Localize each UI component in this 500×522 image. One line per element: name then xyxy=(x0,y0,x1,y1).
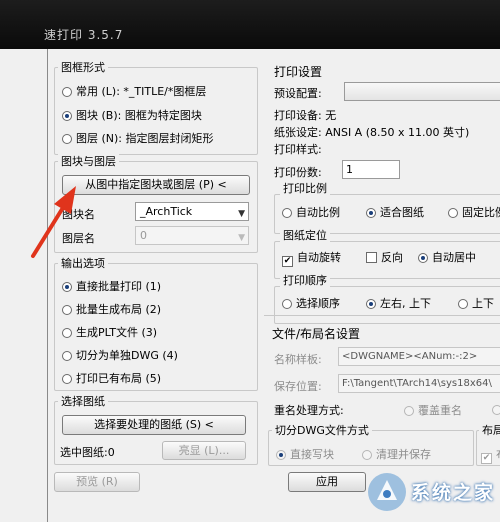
watermark-text: 系统之家 xyxy=(411,482,496,504)
annotation-arrow-icon xyxy=(31,186,76,258)
watermark: 系统之家 xyxy=(365,468,495,516)
watermark-logo-icon xyxy=(368,473,406,511)
